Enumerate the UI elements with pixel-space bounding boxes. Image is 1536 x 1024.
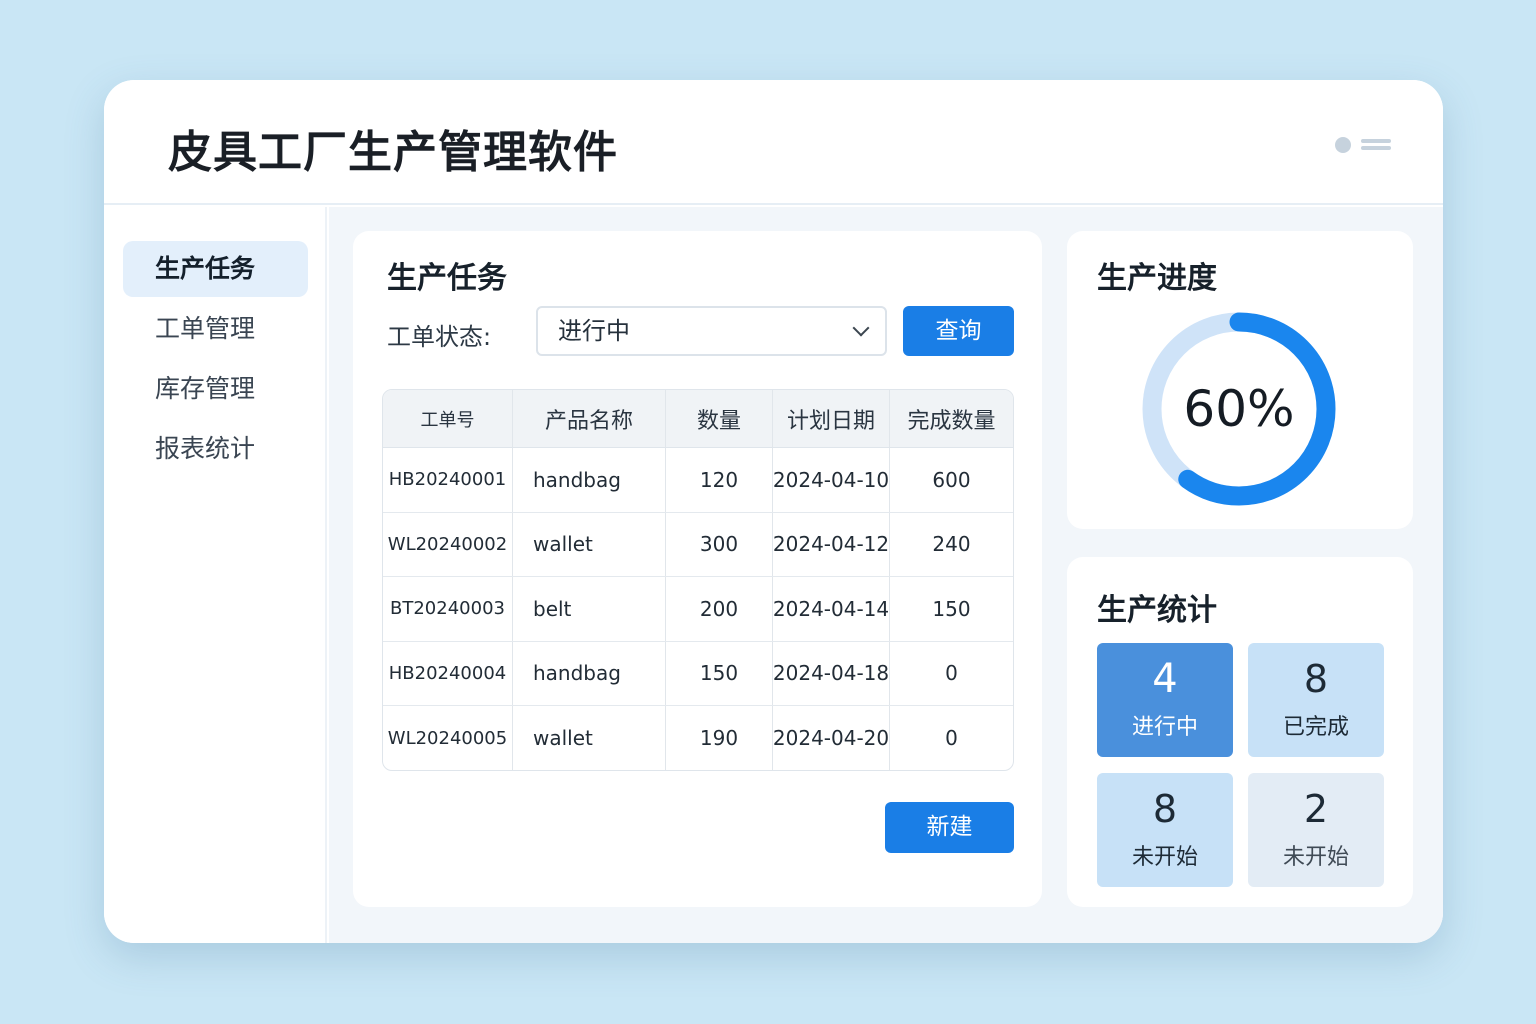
stat-value: 2 bbox=[1303, 787, 1329, 831]
cell-quantity: 200 bbox=[666, 577, 773, 641]
cell-completed: 240 bbox=[932, 532, 971, 557]
app-window: 皮具工厂生产管理软件 生产任务 工单管理 库存管理 报表统计 生产任务 工单状态… bbox=[104, 80, 1443, 943]
status-filter-label: 工单状态: bbox=[387, 323, 492, 351]
task-table: 工单号 产品名称 数量 计划日期 完成数量 HB20240001 handbag… bbox=[382, 389, 1014, 771]
cell-plan-date: 2024-04-14 bbox=[773, 577, 890, 641]
progress-card-title: 生产进度 bbox=[1097, 261, 1217, 296]
table-row[interactable]: HB20240001 handbag 120 2024-04-10 600 bbox=[383, 448, 1013, 513]
cell-product: wallet bbox=[513, 512, 666, 576]
main-area: 生产任务 工单状态: 进行中 查询 工单号 产品名称 数量 计划日期 完成数量 … bbox=[329, 207, 1443, 943]
cell-product: handbag bbox=[513, 448, 666, 512]
cell-order-no: HB20240004 bbox=[383, 641, 513, 705]
cell-completed: 0 bbox=[945, 661, 958, 686]
query-button[interactable]: 查询 bbox=[903, 306, 1014, 356]
cell-order-no: WL20240005 bbox=[383, 706, 513, 770]
sidebar-item-production-tasks[interactable]: 生产任务 bbox=[123, 241, 308, 297]
cell-plan-date: 2024-04-10 bbox=[773, 448, 890, 512]
cell-order-no: BT20240003 bbox=[383, 577, 513, 641]
sidebar-item-inventory[interactable]: 库存管理 bbox=[123, 361, 308, 417]
stat-label: 未开始 bbox=[1131, 845, 1198, 870]
table-row[interactable]: WL20240005 wallet 190 2024-04-20 0 bbox=[383, 706, 1013, 770]
column-header-plan-date[interactable]: 计划日期 bbox=[773, 390, 890, 447]
table-header-row: 工单号 产品名称 数量 计划日期 完成数量 bbox=[383, 390, 1013, 448]
cell-completed: 150 bbox=[932, 596, 971, 621]
cell-product: belt bbox=[513, 577, 666, 641]
stat-tile-completed[interactable]: 8 已完成 bbox=[1248, 643, 1384, 757]
cell-order-no: HB20240001 bbox=[383, 448, 513, 512]
stat-tile-not-started-2[interactable]: 2 未开始 bbox=[1248, 773, 1384, 887]
status-select-value: 进行中 bbox=[558, 317, 630, 345]
sidebar-item-work-orders[interactable]: 工单管理 bbox=[123, 301, 308, 357]
stat-label: 进行中 bbox=[1131, 715, 1198, 740]
cell-product: wallet bbox=[513, 706, 666, 770]
progress-card: 生产进度 60% bbox=[1067, 231, 1413, 529]
table-row[interactable]: HB20240004 handbag 150 2024-04-18 0 bbox=[383, 641, 1013, 706]
cell-plan-date: 2024-04-12 bbox=[773, 512, 890, 576]
cell-plan-date: 2024-04-20 bbox=[773, 706, 890, 770]
task-card-title: 生产任务 bbox=[387, 261, 507, 296]
window-controls[interactable] bbox=[1335, 136, 1391, 153]
app-title: 皮具工厂生产管理软件 bbox=[168, 127, 618, 178]
progress-percent: 60% bbox=[1183, 380, 1295, 438]
column-header-completed[interactable]: 完成数量 bbox=[890, 390, 1013, 447]
stat-value: 4 bbox=[1152, 656, 1178, 702]
stat-tile-in-progress[interactable]: 4 进行中 bbox=[1097, 643, 1233, 757]
stats-card-title: 生产统计 bbox=[1097, 593, 1217, 628]
table-row[interactable]: WL20240002 wallet 300 2024-04-12 240 bbox=[383, 512, 1013, 577]
new-task-button[interactable]: 新建 bbox=[885, 802, 1014, 853]
task-card: 生产任务 工单状态: 进行中 查询 工单号 产品名称 数量 计划日期 完成数量 … bbox=[353, 231, 1042, 907]
cell-completed: 0 bbox=[945, 726, 958, 751]
app-header: 皮具工厂生产管理软件 bbox=[104, 80, 1443, 205]
status-dot-icon bbox=[1335, 136, 1351, 153]
cell-product: handbag bbox=[513, 641, 666, 705]
cell-quantity: 120 bbox=[666, 448, 773, 512]
sidebar-item-reports[interactable]: 报表统计 bbox=[123, 421, 308, 477]
stat-value: 8 bbox=[1152, 787, 1178, 831]
column-header-quantity[interactable]: 数量 bbox=[666, 390, 773, 447]
cell-quantity: 190 bbox=[666, 706, 773, 770]
column-header-order-no[interactable]: 工单号 bbox=[383, 390, 513, 447]
cell-order-no: WL20240002 bbox=[383, 512, 513, 576]
cell-plan-date: 2024-04-18 bbox=[773, 641, 890, 705]
stat-label: 未开始 bbox=[1282, 845, 1349, 870]
column-header-product[interactable]: 产品名称 bbox=[513, 390, 666, 447]
chevron-down-icon bbox=[852, 319, 870, 337]
cell-quantity: 300 bbox=[666, 512, 773, 576]
stat-label: 已完成 bbox=[1282, 715, 1349, 740]
stats-card: 生产统计 4 进行中 8 已完成 8 未开始 2 未开始 bbox=[1067, 557, 1413, 907]
menu-icon[interactable] bbox=[1361, 136, 1391, 153]
sidebar: 生产任务 工单管理 库存管理 报表统计 bbox=[104, 207, 327, 943]
cell-completed: 600 bbox=[932, 467, 971, 492]
table-row[interactable]: BT20240003 belt 200 2024-04-14 150 bbox=[383, 577, 1013, 642]
stat-value: 8 bbox=[1303, 657, 1329, 701]
stat-tile-not-started[interactable]: 8 未开始 bbox=[1097, 773, 1233, 887]
cell-quantity: 150 bbox=[666, 641, 773, 705]
status-select[interactable]: 进行中 bbox=[536, 306, 887, 356]
